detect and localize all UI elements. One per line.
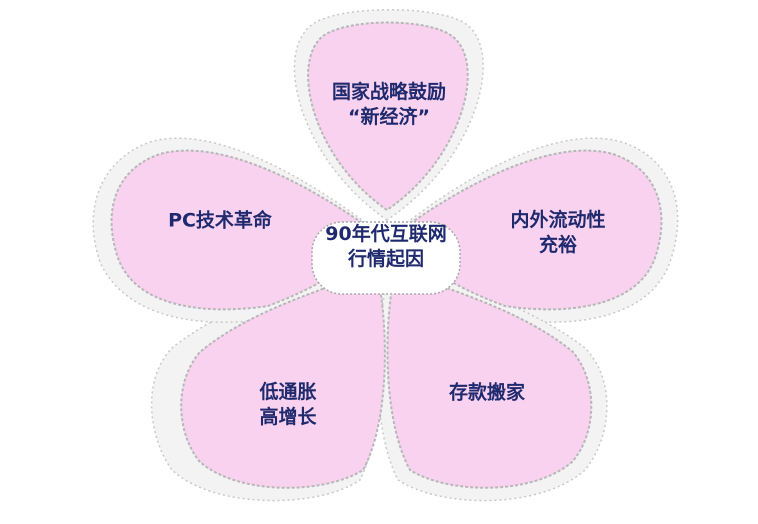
center-label-line2: 行情起因 [347, 248, 425, 270]
center-label-line1: 90年代互联网 [325, 223, 447, 245]
petal-label-right: 内外流动性 充裕 [510, 208, 605, 258]
petal-label-top-line1: 国家战略鼓励 [331, 81, 447, 103]
petal-label-right-line2: 充裕 [538, 234, 578, 256]
petal-label-bottom-left: 低通胀 高增长 [259, 380, 316, 430]
petal-label-top: 国家战略鼓励 “新经济” [332, 80, 446, 130]
petal-label-left-line1: PC技术革命 [168, 209, 272, 232]
petal-label-bottom-left-line1: 低通胀 [259, 381, 317, 403]
petal-label-bottom-right: 存款搬家 [449, 381, 525, 406]
flower-diagram: 90年代互联网 行情起因 国家战略鼓励 “新经济” 内外流动性 充裕 存款搬家 … [0, 0, 758, 524]
petal-label-bottom-left-line2: 高增长 [259, 406, 317, 428]
center-label: 90年代互联网 行情起因 [325, 222, 446, 272]
petal-label-bottom-right-line1: 存款搬家 [448, 381, 526, 404]
petal-label-right-line1: 内外流动性 [510, 209, 606, 231]
petal-label-left: PC技术革命 [168, 209, 272, 234]
petal-label-top-line2: “新经济” [348, 106, 430, 128]
